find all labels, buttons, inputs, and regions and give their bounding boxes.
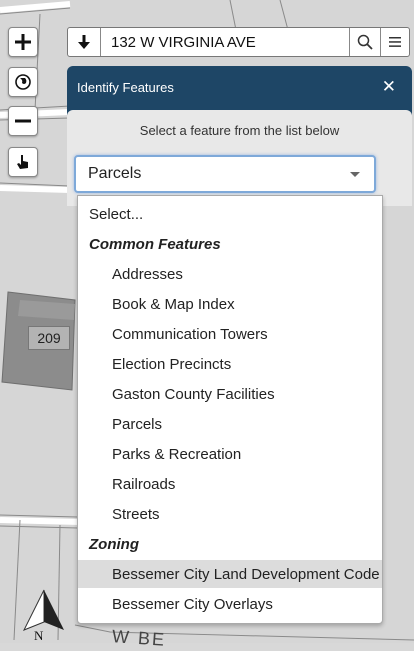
- dropdown-option-addresses[interactable]: Addresses: [78, 260, 382, 288]
- search-button[interactable]: [349, 28, 380, 56]
- street-label: W BE: [111, 626, 166, 651]
- panel-title: Identify Features: [77, 80, 174, 95]
- dropdown-option-election-precincts[interactable]: Election Precincts: [78, 350, 382, 378]
- street-label-text: W BE: [111, 626, 167, 650]
- zoom-in-button[interactable]: [8, 27, 38, 57]
- dropdown-option-communication-towers[interactable]: Communication Towers: [78, 320, 382, 348]
- basemap-button[interactable]: [8, 67, 38, 97]
- panel-instructions: Select a feature from the list below: [139, 123, 340, 138]
- feature-select-value: Parcels: [88, 165, 142, 182]
- globe-icon: [15, 74, 31, 90]
- parcel-number-text: 209: [37, 330, 61, 346]
- address-search-value: 132 W VIRGINIA AVE: [111, 33, 256, 51]
- plus-icon: [15, 34, 31, 50]
- dropdown-option-bessemer-city-land-development-code[interactable]: Bessemer City Land Development Code: [78, 560, 382, 588]
- arrow-down-icon: [78, 35, 90, 49]
- menu-button[interactable]: [380, 28, 409, 56]
- pointer-hand-icon: [17, 155, 28, 169]
- zoom-out-button[interactable]: [8, 106, 38, 136]
- close-icon[interactable]: ✕: [382, 77, 396, 97]
- north-label-text: N: [34, 628, 44, 643]
- feature-dropdown-list: Select... Common Features Addresses Book…: [77, 195, 383, 624]
- dropdown-option-parcels[interactable]: Parcels: [78, 410, 382, 438]
- chevron-down-icon: [350, 171, 360, 177]
- identify-button[interactable]: [8, 147, 38, 177]
- dropdown-option-placeholder[interactable]: Select...: [78, 200, 382, 228]
- address-search-bar: 132 W VIRGINIA AVE: [67, 27, 410, 57]
- search-mode-button[interactable]: [68, 28, 101, 56]
- dropdown-group-zoning: Zoning: [89, 535, 139, 553]
- minus-icon: [15, 119, 31, 123]
- dropdown-option-book-map-index[interactable]: Book & Map Index: [78, 290, 382, 318]
- address-search-input[interactable]: 132 W VIRGINIA AVE: [101, 28, 349, 56]
- dropdown-option-streets[interactable]: Streets: [78, 500, 382, 528]
- dropdown-option-railroads[interactable]: Railroads: [78, 470, 382, 498]
- feature-select[interactable]: Parcels: [74, 155, 376, 193]
- dropdown-option-parks-recreation[interactable]: Parks & Recreation: [78, 440, 382, 468]
- magnifier-icon: [357, 34, 373, 50]
- north-label: N: [34, 628, 43, 644]
- dropdown-option-bessemer-city-overlays[interactable]: Bessemer City Overlays: [78, 590, 382, 618]
- dropdown-group-common-features: Common Features: [89, 235, 221, 253]
- dropdown-option-gaston-county-facilities[interactable]: Gaston County Facilities: [78, 380, 382, 408]
- parcel-number-label: 209: [28, 326, 70, 350]
- hamburger-menu-icon: [389, 37, 401, 47]
